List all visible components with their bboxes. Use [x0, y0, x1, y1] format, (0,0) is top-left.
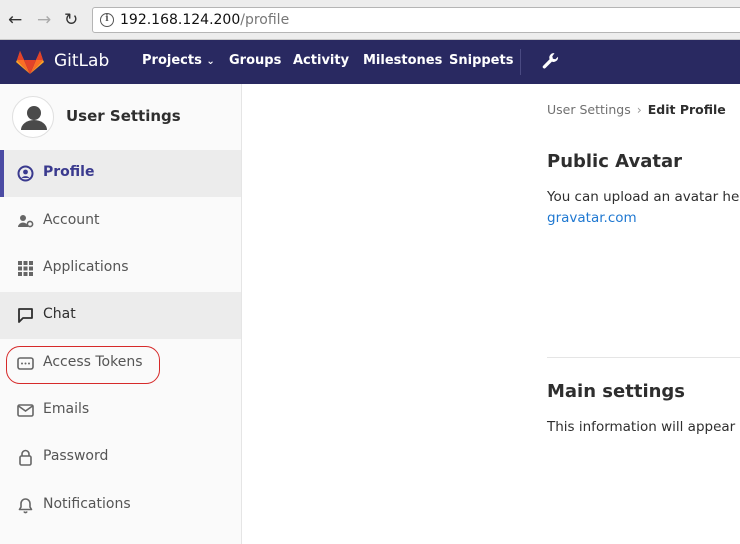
main-content: User Settings › Edit Profile Public Avatar…: [242, 84, 740, 544]
grid-icon: [18, 261, 33, 276]
chevron-down-icon: ⌄: [206, 56, 215, 67]
forward-arrow-icon[interactable]: →: [37, 10, 51, 30]
breadcrumb-user-settings[interactable]: User Settings: [547, 102, 631, 117]
back-arrow-icon[interactable]: ←: [8, 10, 22, 30]
public-avatar-text: You can upload an avatar here or change …: [547, 189, 740, 205]
nav-projects[interactable]: Projects ⌄: [142, 53, 215, 70]
nav-snippets[interactable]: Snippets: [449, 53, 513, 69]
main-settings-title: Main settings: [547, 381, 686, 402]
url-path: /profile: [240, 12, 290, 28]
section-divider: [547, 357, 740, 358]
sidebar-item-label: Password: [43, 448, 109, 464]
gitlab-logo-icon[interactable]: [16, 49, 44, 75]
sidebar-title: User Settings: [66, 107, 181, 125]
annotation-circle: [6, 346, 160, 384]
nav-groups[interactable]: Groups: [229, 53, 281, 69]
wrench-icon[interactable]: [540, 51, 560, 71]
gitlab-brand[interactable]: GitLab: [54, 51, 109, 71]
browser-toolbar: ← → ↻ i 192.168.124.200/profile: [0, 0, 740, 40]
nav-activity[interactable]: Activity: [293, 53, 349, 69]
nav-projects-label: Projects: [142, 53, 202, 68]
reload-icon[interactable]: ↻: [64, 10, 78, 30]
sidebar-item-password[interactable]: Password: [0, 434, 241, 481]
nav-milestones[interactable]: Milestones: [363, 53, 442, 69]
user-silhouette-icon: [21, 106, 47, 130]
gravatar-link[interactable]: gravatar.com: [547, 210, 637, 227]
public-avatar-title: Public Avatar: [547, 151, 682, 172]
chat-icon: [18, 308, 33, 323]
breadcrumb: User Settings › Edit Profile: [547, 102, 726, 117]
nav-divider: [520, 49, 521, 75]
sidebar-item-notifications[interactable]: Notifications: [0, 482, 241, 529]
sidebar-item-applications[interactable]: Applications: [0, 245, 241, 292]
avatar[interactable]: [12, 96, 54, 138]
settings-sidebar: User Settings Profile Account Applicatio…: [0, 84, 242, 544]
breadcrumb-current: Edit Profile: [647, 102, 726, 117]
envelope-icon: [17, 404, 34, 417]
sidebar-item-label: Chat: [43, 306, 76, 322]
bell-icon: [18, 498, 33, 514]
user-gear-icon: [18, 215, 34, 228]
gitlab-header: GitLab Projects ⌄ Groups Activity Milest…: [0, 40, 740, 84]
url-host: 192.168.124.200: [120, 12, 241, 28]
sidebar-item-label: Applications: [43, 259, 129, 275]
sidebar-item-label: Account: [43, 212, 100, 228]
user-circle-icon: [17, 165, 34, 182]
sidebar-item-label: Profile: [43, 164, 95, 180]
sidebar-item-chat[interactable]: Chat: [0, 292, 241, 339]
sidebar-item-label: Notifications: [43, 496, 131, 512]
sidebar-header: User Settings: [0, 84, 241, 150]
address-bar[interactable]: i 192.168.124.200/profile: [92, 7, 740, 33]
info-icon[interactable]: i: [100, 13, 114, 27]
sidebar-item-emails[interactable]: Emails: [0, 387, 241, 434]
sidebar-item-label: Emails: [43, 401, 90, 417]
sidebar-item-profile[interactable]: Profile: [0, 150, 241, 197]
chevron-right-icon: ›: [636, 102, 642, 117]
sidebar-item-account[interactable]: Account: [0, 198, 241, 245]
main-settings-text: This information will appear on your pro…: [547, 419, 740, 435]
lock-icon: [19, 449, 32, 466]
url-text: 192.168.124.200/profile: [120, 12, 289, 29]
